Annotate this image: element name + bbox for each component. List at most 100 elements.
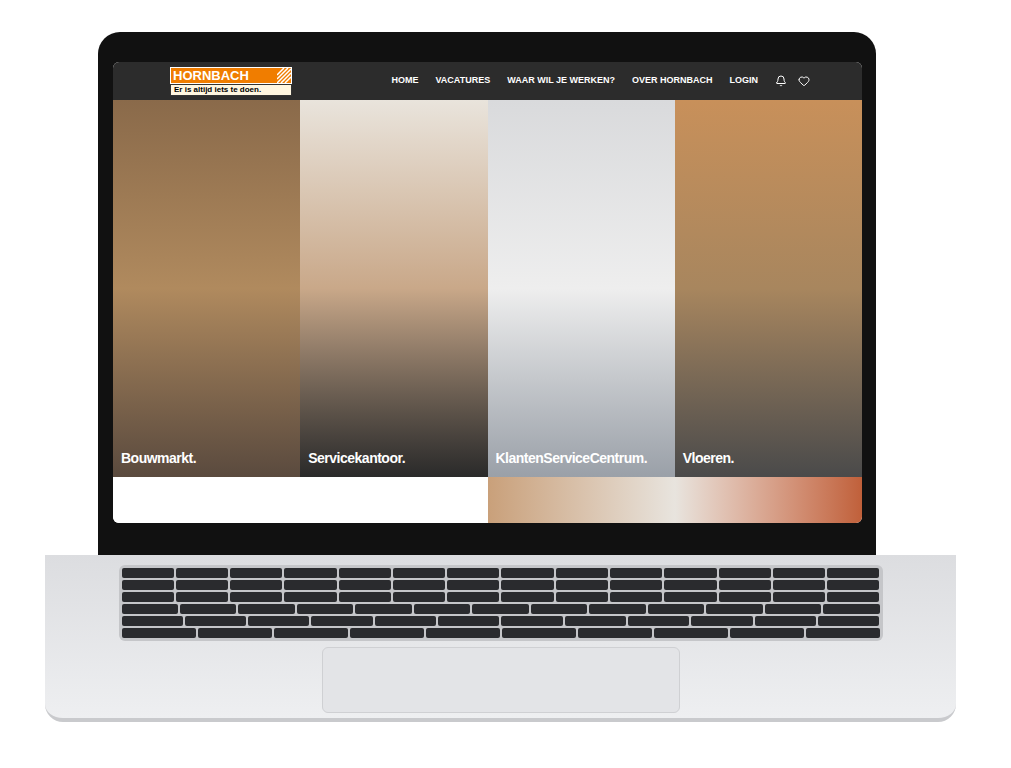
keyboard-key[interactable] (350, 628, 424, 638)
keyboard-key[interactable] (654, 628, 728, 638)
keyboard-key[interactable] (311, 616, 372, 626)
keyboard-key[interactable] (180, 604, 236, 614)
keyboard-key[interactable] (823, 604, 879, 614)
keyboard-key[interactable] (531, 604, 587, 614)
career-panel[interactable]: Vloeren. (675, 100, 862, 477)
keyboard-key[interactable] (447, 592, 499, 602)
keyboard-key[interactable] (447, 568, 499, 578)
laptop-base (45, 555, 956, 722)
keyboard-key[interactable] (648, 604, 704, 614)
nav-item[interactable]: OVER HORNBACH (632, 74, 713, 88)
keyboard-key[interactable] (610, 568, 662, 578)
keyboard-key[interactable] (501, 592, 553, 602)
keyboard-key[interactable] (393, 568, 445, 578)
keyboard-key[interactable] (501, 568, 553, 578)
keyboard-key[interactable] (556, 580, 608, 590)
keyboard-key[interactable] (472, 604, 528, 614)
panel-label: KlantenServiceCentrum. (496, 448, 675, 469)
keyboard-key[interactable] (122, 580, 174, 590)
keyboard-key[interactable] (664, 592, 716, 602)
keyboard-key[interactable] (230, 592, 282, 602)
touchpad[interactable] (322, 647, 680, 713)
career-panel[interactable]: Servicekantoor. (300, 100, 487, 477)
keyboard-key[interactable] (730, 628, 804, 638)
keyboard-key[interactable] (438, 616, 499, 626)
nav-item[interactable]: WAAR WIL JE WERKEN? (507, 74, 615, 88)
keyboard-key[interactable] (827, 592, 879, 602)
keyboard-key[interactable] (773, 592, 825, 602)
keyboard-key[interactable] (176, 592, 228, 602)
keyboard-key[interactable] (393, 592, 445, 602)
keyboard-key[interactable] (719, 592, 771, 602)
keyboard-key[interactable] (765, 604, 821, 614)
keyboard-key[interactable] (248, 616, 309, 626)
panel-label: Servicekantoor. (308, 448, 487, 469)
keyboard-key[interactable] (122, 592, 174, 602)
keyboard-key[interactable] (414, 604, 470, 614)
keyboard-key[interactable] (122, 604, 178, 614)
keyboard-key[interactable] (664, 580, 716, 590)
keyboard-key[interactable] (719, 568, 771, 578)
keyboard-key[interactable] (238, 604, 294, 614)
keyboard-key[interactable] (806, 628, 880, 638)
keyboard-key[interactable] (556, 568, 608, 578)
website: HORNBACHEr is altijd iets te doen. HOME VA… (113, 62, 862, 523)
keyboard-key[interactable] (176, 580, 228, 590)
keyboard-key[interactable] (122, 568, 174, 578)
keyboard-key[interactable] (426, 628, 500, 638)
nav-menu: HOME VACATURES WAAR WIL JE WERKEN? OVER HOR… (391, 74, 810, 88)
keyboard-key[interactable] (284, 592, 336, 602)
keyboard-key[interactable] (297, 604, 353, 614)
keyboard-key[interactable] (355, 604, 411, 614)
nav-item[interactable]: HOME (391, 74, 418, 88)
keyboard-key[interactable] (375, 616, 436, 626)
keyboard-key[interactable] (610, 580, 662, 590)
keyboard-key[interactable] (230, 568, 282, 578)
laptop-screen: HORNBACHEr is altijd iets te doen. HOME VA… (98, 32, 876, 555)
heart-icon[interactable] (798, 75, 810, 87)
keyboard-key[interactable] (773, 580, 825, 590)
keyboard-key[interactable] (501, 616, 562, 626)
keyboard-key[interactable] (589, 604, 645, 614)
keyboard-key[interactable] (719, 580, 771, 590)
keyboard-key[interactable] (578, 628, 652, 638)
keyboard-key[interactable] (122, 616, 183, 626)
keyboard-key[interactable] (773, 568, 825, 578)
nav-item[interactable]: LOGIN (730, 74, 759, 88)
keyboard-key[interactable] (691, 616, 752, 626)
keyboard-key[interactable] (501, 580, 553, 590)
career-panel[interactable]: KlantenServiceCentrum. (488, 100, 675, 477)
keyboard-key[interactable] (230, 580, 282, 590)
keyboard-key[interactable] (339, 580, 391, 590)
logo-stripes-icon (277, 68, 291, 83)
keyboard-key[interactable] (628, 616, 689, 626)
keyboard-key[interactable] (610, 592, 662, 602)
keyboard-key[interactable] (818, 616, 879, 626)
nav-item[interactable]: VACATURES (435, 74, 490, 88)
keyboard-key[interactable] (565, 616, 626, 626)
keyboard-key[interactable] (393, 580, 445, 590)
keyboard-key[interactable] (339, 592, 391, 602)
keyboard-key[interactable] (706, 604, 762, 614)
keyboard-key[interactable] (827, 580, 879, 590)
page: HORNBACHEr is altijd iets te doen. HOME VA… (0, 0, 1011, 768)
keyboard-key[interactable] (339, 568, 391, 578)
keyboard-key[interactable] (502, 628, 576, 638)
keyboard-key[interactable] (755, 616, 816, 626)
keyboard-key[interactable] (827, 568, 879, 578)
keyboard-key[interactable] (284, 580, 336, 590)
keyboard-key[interactable] (447, 580, 499, 590)
keyboard-key[interactable] (198, 628, 272, 638)
keyboard (119, 565, 883, 641)
keyboard-key[interactable] (185, 616, 246, 626)
bottom-strip (113, 477, 862, 523)
bell-icon[interactable] (775, 75, 787, 87)
career-panel[interactable]: Bouwmarkt. (113, 100, 300, 477)
keyboard-key[interactable] (664, 568, 716, 578)
keyboard-key[interactable] (122, 628, 196, 638)
logo[interactable]: HORNBACHEr is altijd iets te doen. (170, 67, 292, 96)
keyboard-key[interactable] (284, 568, 336, 578)
keyboard-key[interactable] (274, 628, 348, 638)
keyboard-key[interactable] (176, 568, 228, 578)
keyboard-key[interactable] (556, 592, 608, 602)
